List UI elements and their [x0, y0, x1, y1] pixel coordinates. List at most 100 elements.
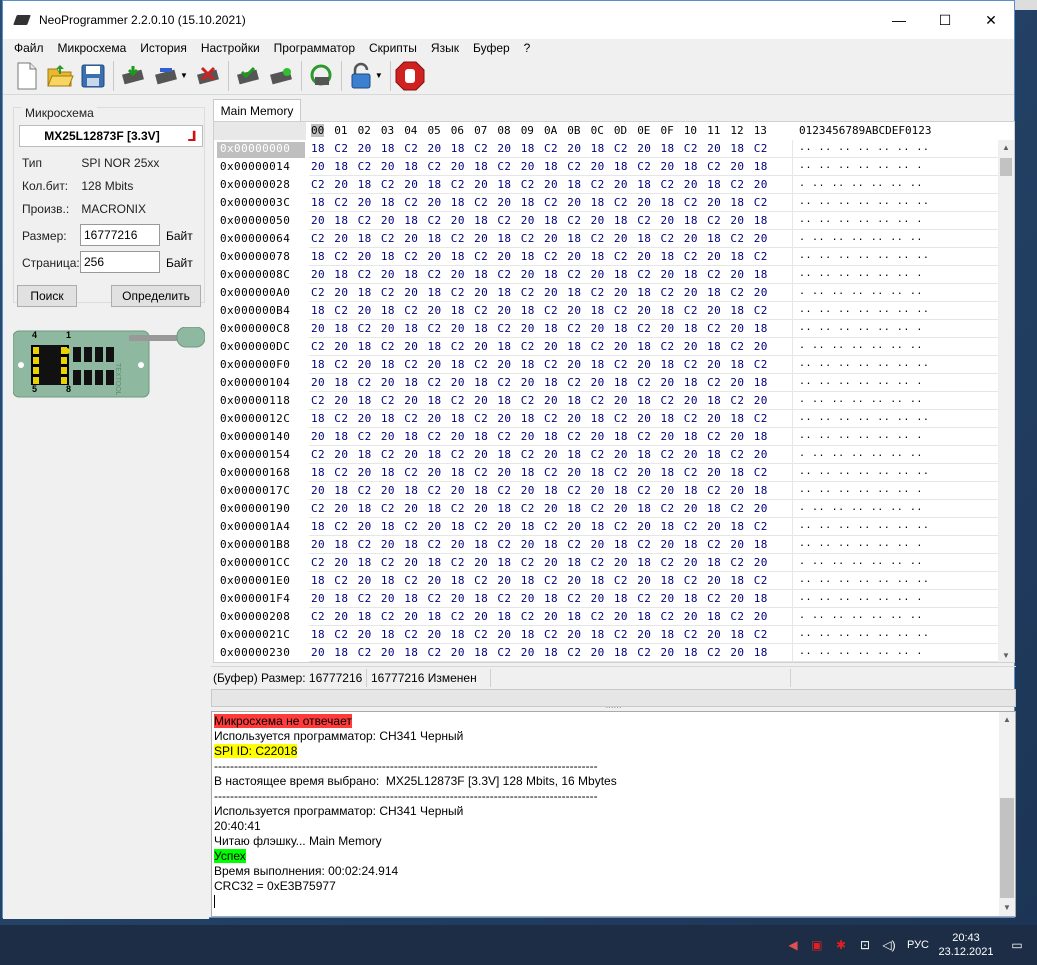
hex-byte[interactable]: 20: [521, 322, 535, 335]
hex-byte[interactable]: C2: [637, 376, 651, 389]
hex-byte[interactable]: 18: [754, 214, 768, 227]
log-panel[interactable]: Микросхема не отвечает Используется прогр…: [211, 711, 1016, 917]
hex-byte[interactable]: 18: [591, 358, 605, 371]
hex-byte[interactable]: 18: [311, 466, 325, 479]
hex-byte[interactable]: 18: [381, 358, 395, 371]
hex-byte[interactable]: C2: [754, 628, 768, 641]
hex-byte[interactable]: 18: [684, 214, 698, 227]
hex-byte[interactable]: C2: [567, 268, 581, 281]
hex-byte[interactable]: C2: [754, 574, 768, 587]
hex-byte[interactable]: C2: [358, 322, 372, 335]
antivirus-icon[interactable]: ✱: [829, 925, 853, 965]
hex-byte[interactable]: 20: [661, 322, 675, 335]
hex-byte[interactable]: 18: [614, 538, 628, 551]
hex-byte[interactable]: C2: [707, 538, 721, 551]
hex-byte[interactable]: 18: [707, 556, 721, 569]
log-vertical-scrollbar[interactable]: ▲ ▼: [999, 712, 1015, 916]
hex-byte[interactable]: 18: [451, 358, 465, 371]
hex-byte[interactable]: 20: [730, 484, 744, 497]
hex-byte[interactable]: C2: [754, 250, 768, 263]
volume-icon[interactable]: ◁): [877, 925, 901, 965]
new-file-button[interactable]: [11, 60, 43, 92]
hex-byte[interactable]: 18: [428, 340, 442, 353]
hex-byte[interactable]: 18: [474, 430, 488, 443]
hex-byte[interactable]: C2: [567, 430, 581, 443]
hex-byte[interactable]: 18: [334, 268, 348, 281]
hex-byte[interactable]: 20: [358, 520, 372, 533]
hex-byte[interactable]: C2: [358, 646, 372, 659]
tray-expand-icon[interactable]: ◀: [781, 925, 805, 965]
hex-byte[interactable]: C2: [661, 394, 675, 407]
hex-byte[interactable]: 20: [334, 340, 348, 353]
hex-byte[interactable]: 18: [614, 322, 628, 335]
hex-byte[interactable]: C2: [404, 250, 418, 263]
close-button[interactable]: ✕: [968, 1, 1014, 39]
hex-byte[interactable]: 18: [404, 484, 418, 497]
hex-byte[interactable]: 18: [474, 376, 488, 389]
hex-byte[interactable]: 20: [404, 394, 418, 407]
hex-byte[interactable]: 20: [311, 592, 325, 605]
hex-byte[interactable]: 20: [451, 592, 465, 605]
hex-byte[interactable]: C2: [334, 142, 348, 155]
hex-row[interactable]: 0x0000003C 18 C2 20 18 C2 20 18 C2 20 18 C2 20 18 C2 20…: [214, 194, 1000, 212]
hex-byte[interactable]: 20: [521, 160, 535, 173]
hex-byte[interactable]: 20: [544, 610, 558, 623]
hex-byte[interactable]: 18: [381, 412, 395, 425]
hex-byte[interactable]: C2: [567, 592, 581, 605]
hex-byte[interactable]: C2: [684, 520, 698, 533]
hex-byte[interactable]: 18: [544, 430, 558, 443]
hex-byte[interactable]: C2: [591, 178, 605, 191]
hex-byte[interactable]: 20: [544, 340, 558, 353]
hex-byte[interactable]: C2: [428, 484, 442, 497]
hex-byte[interactable]: 18: [334, 646, 348, 659]
hex-vertical-scrollbar[interactable]: ▲ ▼: [998, 140, 1014, 662]
hex-byte[interactable]: C2: [684, 628, 698, 641]
hex-byte[interactable]: 18: [404, 268, 418, 281]
hex-row[interactable]: 0x00000168 18 C2 20 18 C2 20 18 C2 20 18 C2 20 18 C2 20…: [214, 464, 1000, 482]
hex-byte[interactable]: C2: [567, 160, 581, 173]
hex-byte[interactable]: 20: [567, 412, 581, 425]
hex-byte[interactable]: C2: [404, 358, 418, 371]
hex-byte[interactable]: 18: [730, 358, 744, 371]
hex-row[interactable]: 0x0000012C 18 C2 20 18 C2 20 18 C2 20 18 C2 20 18 C2 20…: [214, 410, 1000, 428]
hex-row[interactable]: 0x0000021C 18 C2 20 18 C2 20 18 C2 20 18 C2 20 18 C2 20…: [214, 626, 1000, 644]
pdf-datasheet-icon[interactable]: ⅃: [184, 128, 200, 144]
hex-byte[interactable]: 20: [311, 646, 325, 659]
hex-byte[interactable]: C2: [428, 322, 442, 335]
hex-byte[interactable]: 18: [428, 610, 442, 623]
hex-row[interactable]: 0x000001A4 18 C2 20 18 C2 20 18 C2 20 18 C2 20 18 C2 20…: [214, 518, 1000, 536]
hex-byte[interactable]: 18: [614, 430, 628, 443]
hex-byte[interactable]: C2: [637, 322, 651, 335]
hex-byte[interactable]: 20: [404, 502, 418, 515]
hex-byte[interactable]: 20: [544, 502, 558, 515]
hex-byte[interactable]: C2: [544, 142, 558, 155]
hex-byte[interactable]: 18: [684, 592, 698, 605]
hex-byte[interactable]: 18: [311, 520, 325, 533]
hex-byte[interactable]: C2: [637, 160, 651, 173]
hex-byte[interactable]: C2: [544, 196, 558, 209]
hex-byte[interactable]: 20: [358, 196, 372, 209]
hex-byte[interactable]: 18: [637, 286, 651, 299]
hex-byte[interactable]: C2: [451, 178, 465, 191]
hex-byte[interactable]: C2: [707, 484, 721, 497]
hex-byte[interactable]: 20: [334, 286, 348, 299]
hex-byte[interactable]: 20: [591, 214, 605, 227]
hex-byte[interactable]: 20: [544, 178, 558, 191]
lock-button[interactable]: [345, 60, 377, 92]
hex-byte[interactable]: 20: [381, 592, 395, 605]
hex-byte[interactable]: 18: [684, 376, 698, 389]
hex-byte[interactable]: 20: [381, 430, 395, 443]
hex-byte[interactable]: C2: [754, 304, 768, 317]
hex-byte[interactable]: 18: [521, 196, 535, 209]
hex-byte[interactable]: C2: [381, 556, 395, 569]
hex-byte[interactable]: 20: [428, 466, 442, 479]
hex-byte[interactable]: 18: [334, 214, 348, 227]
hex-byte[interactable]: 18: [707, 286, 721, 299]
hex-byte[interactable]: 20: [544, 232, 558, 245]
hex-byte[interactable]: 20: [334, 502, 348, 515]
hex-byte[interactable]: 20: [358, 250, 372, 263]
clock[interactable]: 20:43 23.12.2021: [935, 931, 997, 959]
hex-byte[interactable]: C2: [451, 394, 465, 407]
hex-byte[interactable]: C2: [707, 322, 721, 335]
hex-byte[interactable]: C2: [334, 628, 348, 641]
